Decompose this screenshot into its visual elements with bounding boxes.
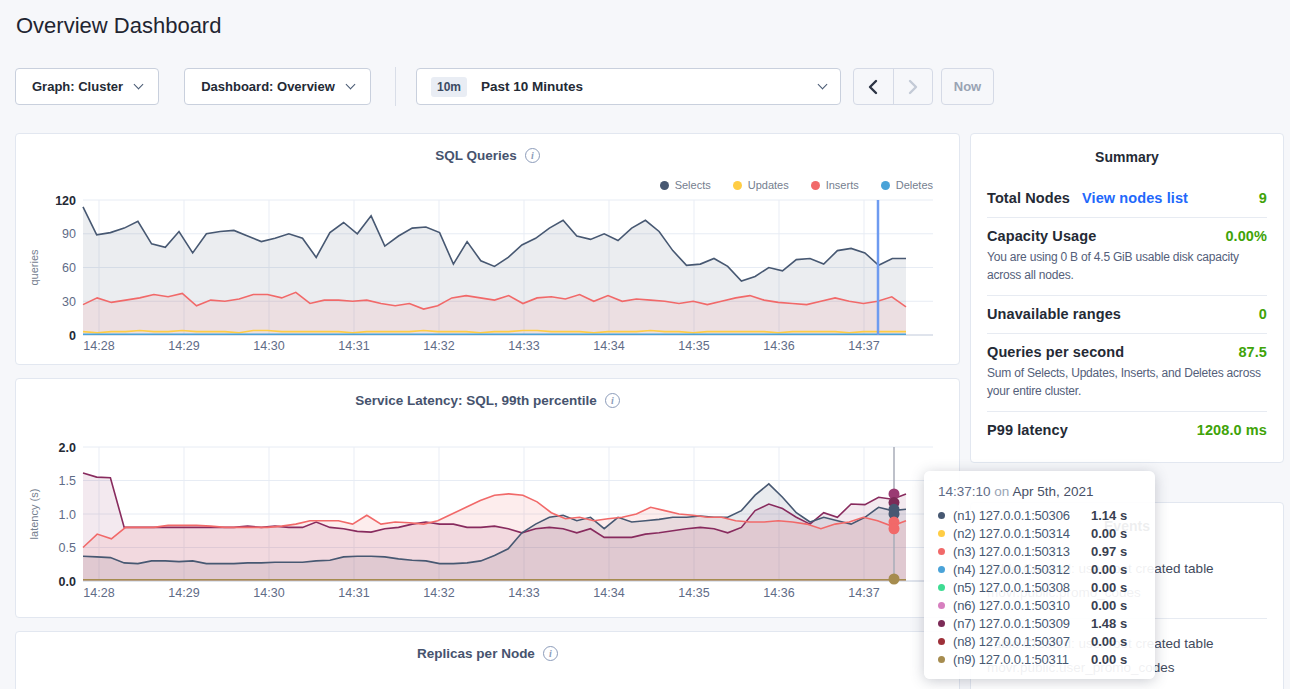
- summary-row-p99: P99 latency 1208.0 ms: [971, 412, 1283, 449]
- tooltip-node-row: (n7) 127.0.0.1:503091.48 s: [938, 614, 1141, 632]
- tooltip-node-row: (n5) 127.0.0.1:503080.00 s: [938, 578, 1141, 596]
- node-color-dot: [938, 638, 945, 645]
- time-range-badge: 10m: [431, 77, 467, 97]
- summary-row-unavailable: Unavailable ranges 0: [971, 296, 1283, 333]
- chevron-down-icon: [134, 80, 144, 90]
- capacity-usage-value: 0.00%: [1225, 228, 1267, 244]
- dashboard-selector-dropdown[interactable]: Dashboard: Overview: [184, 68, 371, 105]
- total-nodes-label: Total Nodes: [987, 190, 1070, 206]
- graph-selector-label: Graph: Cluster: [32, 79, 123, 94]
- svg-text:90: 90: [62, 227, 76, 241]
- svg-text:14:29: 14:29: [168, 339, 199, 353]
- svg-text:14:28: 14:28: [83, 339, 114, 353]
- summary-panel: Summary Total Nodes View nodes list 9 Ca…: [970, 133, 1284, 463]
- svg-text:14:30: 14:30: [253, 339, 284, 353]
- unavailable-ranges-label: Unavailable ranges: [987, 306, 1121, 322]
- time-range-label: Past 10 Minutes: [481, 79, 583, 94]
- tooltip-date: Apr 5th, 2021: [1012, 484, 1093, 499]
- svg-text:30: 30: [62, 295, 76, 309]
- sql-queries-panel: SQL Queries i SelectsUpdatesInsertsDelet…: [15, 133, 960, 365]
- svg-text:14:29: 14:29: [168, 586, 199, 600]
- svg-text:14:31: 14:31: [338, 586, 369, 600]
- page-title: Overview Dashboard: [16, 13, 221, 39]
- svg-text:queries: queries: [28, 249, 40, 286]
- time-prev-button[interactable]: [854, 69, 893, 104]
- summary-title: Summary: [971, 134, 1283, 165]
- svg-text:2.0: 2.0: [59, 441, 76, 455]
- svg-text:1.5: 1.5: [59, 474, 76, 488]
- qps-description: Sum of Selects, Updates, Inserts, and De…: [987, 364, 1267, 400]
- tooltip-node-row: (n2) 127.0.0.1:503140.00 s: [938, 524, 1141, 542]
- tooltip-node-row: (n6) 127.0.0.1:503100.00 s: [938, 596, 1141, 614]
- graph-selector-dropdown[interactable]: Graph: Cluster: [15, 68, 159, 105]
- summary-row-qps: Queries per second 87.5 Sum of Selects, …: [971, 334, 1283, 411]
- qps-value: 87.5: [1238, 344, 1267, 360]
- chevron-right-icon: [908, 79, 918, 95]
- svg-text:14:32: 14:32: [423, 586, 454, 600]
- svg-text:14:34: 14:34: [593, 586, 624, 600]
- svg-text:14:28: 14:28: [83, 586, 114, 600]
- capacity-usage-description: You are using 0 B of 4.5 GiB usable disk…: [987, 248, 1267, 284]
- replicas-per-node-panel: Replicas per Node i: [15, 631, 960, 689]
- qps-label: Queries per second: [987, 344, 1124, 360]
- replicas-per-node-title: Replicas per Node: [417, 646, 535, 661]
- svg-text:60: 60: [62, 261, 76, 275]
- node-color-dot: [938, 602, 945, 609]
- tooltip-time: 14:37:10: [938, 484, 991, 499]
- svg-text:14:37: 14:37: [848, 586, 879, 600]
- p99-latency-value: 1208.0 ms: [1197, 422, 1267, 438]
- tooltip-node-row: (n1) 127.0.0.1:503061.14 s: [938, 506, 1141, 524]
- svg-text:14:33: 14:33: [508, 339, 539, 353]
- tooltip-node-row: (n9) 127.0.0.1:503110.00 s: [938, 650, 1141, 668]
- capacity-usage-label: Capacity Usage: [987, 228, 1096, 244]
- time-nav-group: [853, 68, 933, 105]
- service-latency-chart[interactable]: 14:28 14:29 14:30 14:31 14:32 14:33 14:34 14:35…: [16, 379, 959, 617]
- chevron-left-icon: [868, 79, 878, 95]
- unavailable-ranges-value: 0: [1259, 306, 1267, 322]
- chart-hover-tooltip: 14:37:10 on Apr 5th, 2021 (n1) 127.0.0.1…: [924, 471, 1155, 679]
- now-button[interactable]: Now: [941, 68, 994, 105]
- p99-latency-label: P99 latency: [987, 422, 1068, 438]
- summary-row-total-nodes: Total Nodes View nodes list 9: [971, 180, 1283, 217]
- tooltip-node-row: (n4) 127.0.0.1:503120.00 s: [938, 560, 1141, 578]
- svg-text:14:35: 14:35: [678, 586, 709, 600]
- chevron-down-icon: [345, 80, 355, 90]
- node-color-dot: [938, 620, 945, 627]
- summary-row-capacity: Capacity Usage 0.00% You are using 0 B o…: [971, 218, 1283, 295]
- sql-queries-chart[interactable]: 14:28 14:29 14:30 14:31 14:32 14:33 14:34 14:35…: [16, 134, 959, 364]
- tooltip-header: 14:37:10 on Apr 5th, 2021: [938, 484, 1141, 499]
- node-color-dot: [938, 512, 945, 519]
- svg-text:14:31: 14:31: [338, 339, 369, 353]
- dashboard-selector-label: Dashboard: Overview: [201, 79, 335, 94]
- svg-text:14:33: 14:33: [508, 586, 539, 600]
- chevron-down-icon: [818, 80, 828, 90]
- svg-text:1.0: 1.0: [59, 508, 76, 522]
- view-nodes-list-link[interactable]: View nodes list: [1082, 190, 1188, 206]
- node-color-dot: [938, 584, 945, 591]
- svg-text:14:32: 14:32: [423, 339, 454, 353]
- svg-text:120: 120: [55, 194, 76, 208]
- service-latency-panel: Service Latency: SQL, 99th percentile i …: [15, 378, 960, 618]
- info-icon[interactable]: i: [543, 646, 558, 661]
- svg-text:latency (s): latency (s): [28, 489, 40, 540]
- svg-text:14:36: 14:36: [763, 339, 794, 353]
- svg-text:0: 0: [69, 329, 76, 343]
- tooltip-node-row: (n3) 127.0.0.1:503130.97 s: [938, 542, 1141, 560]
- node-color-dot: [938, 530, 945, 537]
- node-color-dot: [938, 656, 945, 663]
- svg-text:14:34: 14:34: [593, 339, 624, 353]
- node-color-dot: [938, 566, 945, 573]
- svg-text:14:35: 14:35: [678, 339, 709, 353]
- total-nodes-value: 9: [1259, 190, 1267, 206]
- svg-text:0.5: 0.5: [59, 541, 76, 555]
- time-next-button[interactable]: [893, 69, 933, 104]
- svg-text:0.0: 0.0: [59, 575, 76, 589]
- svg-text:14:36: 14:36: [763, 586, 794, 600]
- node-color-dot: [938, 548, 945, 555]
- svg-text:14:37: 14:37: [848, 339, 879, 353]
- tooltip-node-row: (n8) 127.0.0.1:503070.00 s: [938, 632, 1141, 650]
- controls-divider: [395, 67, 396, 106]
- svg-text:14:30: 14:30: [253, 586, 284, 600]
- time-range-dropdown[interactable]: 10m Past 10 Minutes: [416, 68, 841, 105]
